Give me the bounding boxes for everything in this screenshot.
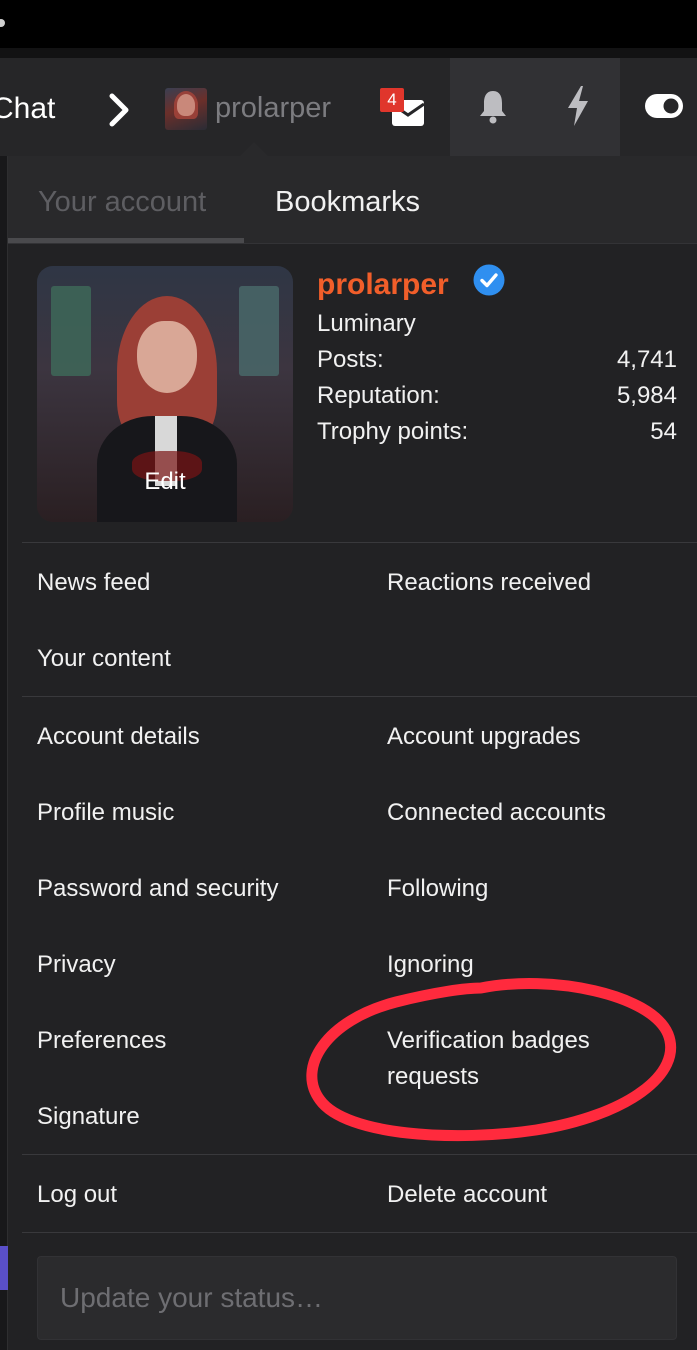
- avatar-edit-link[interactable]: Edit: [37, 468, 293, 496]
- user-title: Luminary: [317, 310, 416, 337]
- menu-connected-accounts[interactable]: Connected accounts: [387, 795, 606, 831]
- menu-account-details[interactable]: Account details: [37, 719, 200, 755]
- background-page-edge: [0, 156, 8, 1350]
- bolt-icon[interactable]: [565, 86, 591, 126]
- status-update-box: [37, 1256, 677, 1340]
- profile-avatar[interactable]: Edit: [37, 266, 293, 522]
- status-dot: [0, 19, 5, 27]
- divider: [22, 1232, 697, 1233]
- stat-trophy-points: Trophy points: 54: [317, 418, 677, 446]
- nav-username[interactable]: prolarper: [215, 92, 331, 125]
- menu-privacy[interactable]: Privacy: [37, 947, 116, 983]
- top-navigation: Chat prolarper 4: [0, 48, 697, 156]
- menu-reactions-received[interactable]: Reactions received: [387, 565, 591, 601]
- stat-label: Reputation:: [317, 382, 440, 409]
- avatar-face: [177, 94, 195, 116]
- menu-account-upgrades[interactable]: Account upgrades: [387, 719, 580, 755]
- nav-avatar[interactable]: [165, 88, 207, 130]
- menu-profile-music[interactable]: Profile music: [37, 795, 174, 831]
- menu-password-security[interactable]: Password and security: [37, 871, 278, 907]
- menu-following[interactable]: Following: [387, 871, 488, 907]
- avatar-face: [137, 321, 197, 393]
- stat-label: Posts:: [317, 346, 384, 373]
- account-dropdown-panel: Your account Bookmarks Edit prolarper Lu…: [8, 156, 697, 1350]
- bell-icon[interactable]: [478, 88, 508, 124]
- stat-posts: Posts: 4,741: [317, 346, 677, 374]
- profile-username[interactable]: prolarper: [317, 268, 449, 302]
- menu-signature[interactable]: Signature: [37, 1099, 140, 1135]
- stat-value: 54: [650, 418, 677, 445]
- stat-value: 4,741: [616, 346, 677, 373]
- account-tabs: Your account Bookmarks: [8, 156, 697, 244]
- nav-chat-link[interactable]: Chat: [0, 92, 55, 126]
- stat-value: 5,984: [616, 382, 677, 409]
- divider: [22, 696, 697, 697]
- red-annotation-circle: [306, 978, 677, 1142]
- menu-delete-account[interactable]: Delete account: [387, 1177, 547, 1213]
- menu-your-content[interactable]: Your content: [37, 641, 171, 677]
- background-fragment: [0, 1246, 8, 1290]
- avatar-bg-window: [239, 286, 279, 376]
- stat-reputation: Reputation: 5,984: [317, 382, 677, 410]
- menu-log-out[interactable]: Log out: [37, 1177, 117, 1213]
- tab-bookmarks[interactable]: Bookmarks: [275, 186, 420, 219]
- nav-active-section: [450, 58, 620, 156]
- menu-news-feed[interactable]: News feed: [37, 565, 150, 601]
- avatar-bg-window: [51, 286, 91, 376]
- toggle-icon[interactable]: [645, 94, 683, 118]
- stat-label: Trophy points:: [317, 418, 469, 445]
- divider: [22, 542, 697, 543]
- status-bar: [0, 0, 697, 48]
- inbox-button[interactable]: 4: [380, 88, 428, 132]
- verified-icon: [473, 264, 505, 296]
- inbox-count-badge: 4: [380, 88, 404, 112]
- divider: [22, 1154, 697, 1155]
- menu-preferences[interactable]: Preferences: [37, 1023, 166, 1059]
- active-tab-indicator: [8, 238, 244, 243]
- status-input[interactable]: [38, 1257, 676, 1339]
- chevron-right-icon: [109, 93, 129, 127]
- tab-your-account[interactable]: Your account: [38, 186, 206, 219]
- dropdown-caret: [240, 142, 268, 156]
